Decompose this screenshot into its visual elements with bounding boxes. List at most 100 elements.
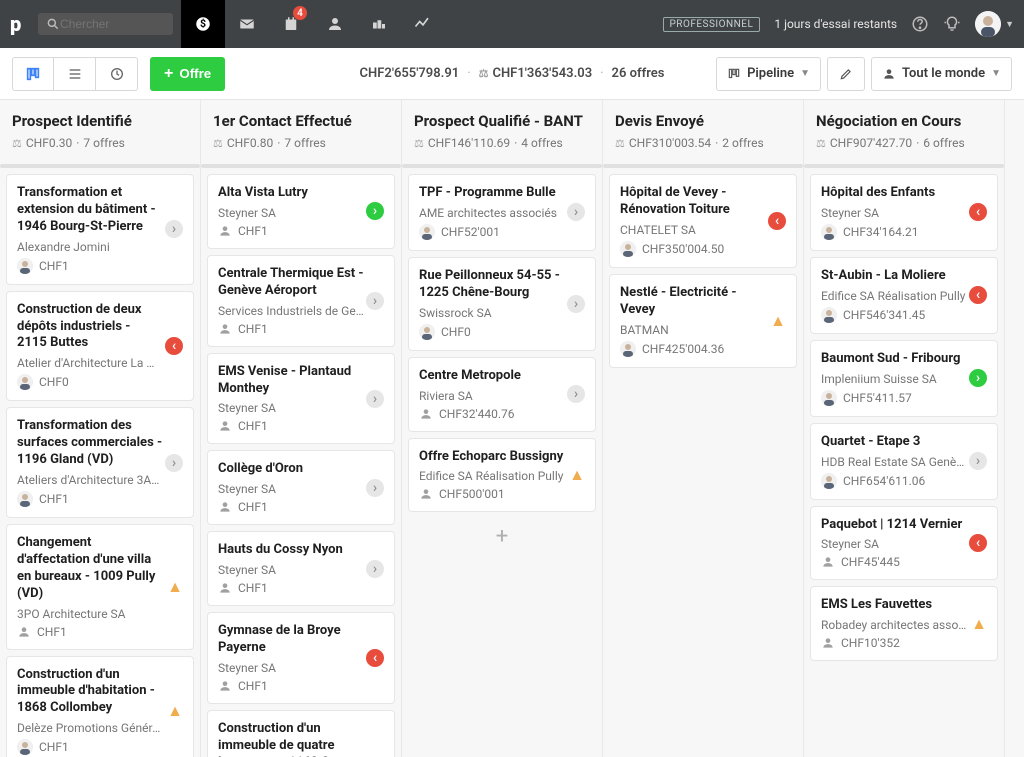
deal-card[interactable]: Rue Peillonneux 54-55 - 1225 Chêne-Bourg… <box>408 257 596 351</box>
summary-weighted: CHF1'363'543.03 <box>492 66 592 81</box>
user-avatar <box>975 11 1001 37</box>
deal-card[interactable]: Transformation et extension du bâtiment … <box>6 174 194 285</box>
deal-card[interactable]: Construction d'un immeuble de quatre log… <box>207 710 395 757</box>
nav-contacts-icon[interactable] <box>313 0 357 48</box>
deal-card[interactable]: Hôpital de Vevey - Rénovation Toiture CH… <box>609 174 797 268</box>
status-next-icon[interactable] <box>366 390 384 408</box>
status-next-icon[interactable] <box>567 295 585 313</box>
pipeline-column: Prospect Identifié ⚖CHF0.30·7 offres Tra… <box>0 100 201 757</box>
column-track <box>804 164 1004 168</box>
status-warning-icon: ▲ <box>569 465 585 485</box>
deal-org: Ateliers d'Architecture 3AB... <box>17 473 183 487</box>
deal-card[interactable]: Changement d'affectation d'une villa en … <box>6 524 194 650</box>
nav-mail-icon[interactable] <box>225 0 269 48</box>
view-pipeline-button[interactable] <box>12 57 54 91</box>
deal-card[interactable]: Transformation des surfaces commerciales… <box>6 407 194 518</box>
deal-card[interactable]: Hauts du Cossy Nyon Steyner SA CHF1 <box>207 531 395 606</box>
column-track <box>402 164 602 168</box>
status-overdue-icon[interactable] <box>165 337 183 355</box>
view-list-button[interactable] <box>54 57 96 91</box>
deal-card[interactable]: Centre Metropole Riviera SA CHF32'440.76 <box>408 357 596 432</box>
status-overdue-icon[interactable] <box>768 212 786 230</box>
deal-meta: CHF546'341.45 <box>821 307 987 323</box>
help-icon[interactable] <box>911 15 929 33</box>
nav-products-icon[interactable] <box>357 0 401 48</box>
pipeline-column: Devis Envoyé ⚖CHF310'003.54·2 offres Hôp… <box>603 100 804 757</box>
deal-title: Paquebot | 1214 Vernier <box>821 517 987 534</box>
nav-activities-icon[interactable]: 4 <box>269 0 313 48</box>
status-next-icon[interactable] <box>366 292 384 310</box>
summary-total: CHF2'655'798.91 <box>360 66 460 81</box>
deal-card[interactable]: Paquebot | 1214 Vernier Steyner SA CHF45… <box>810 506 998 581</box>
status-next-icon[interactable] <box>567 385 585 403</box>
column-header: Négociation en Cours ⚖CHF907'427.70·6 of… <box>810 100 998 158</box>
deal-card[interactable]: Alta Vista Lutry Steyner SA CHF1 <box>207 174 395 249</box>
status-won-icon[interactable] <box>366 202 384 220</box>
deal-card[interactable]: Gymnase de la Broye Payerne Steyner SA C… <box>207 612 395 704</box>
app-logo[interactable]: p <box>10 12 38 36</box>
topbar: p $ 4 PROFESSIONNEL 1 jours d'essai rest… <box>0 0 1024 48</box>
deal-card[interactable]: EMS Les Fauvettes Robadey architectes as… <box>810 586 998 661</box>
status-next-icon[interactable] <box>366 479 384 497</box>
deal-title: Collège d'Oron <box>218 461 384 478</box>
add-card-button[interactable]: + <box>408 518 596 555</box>
deal-title: Quartet - Etape 3 <box>821 434 987 451</box>
deal-org: Edifice SA Réalisation Pully <box>821 289 987 303</box>
deal-card[interactable]: Construction de deux dépôts industriels … <box>6 291 194 402</box>
status-overdue-icon[interactable] <box>969 286 987 304</box>
status-next-icon[interactable] <box>366 560 384 578</box>
deal-org: Steyner SA <box>218 206 384 220</box>
deal-value: CHF1 <box>238 322 268 336</box>
deal-card[interactable]: Quartet - Etape 3 HDB Real Estate SA Gen… <box>810 423 998 500</box>
deal-org: Robadey architectes associ... <box>821 618 987 632</box>
status-next-icon[interactable] <box>567 203 585 221</box>
status-warning-icon: ▲ <box>167 701 183 721</box>
deal-card[interactable]: Nestlé - Electricité - Vevey BATMAN CHF4… <box>609 274 797 368</box>
deal-card[interactable]: Offre Echoparc Bussigny Edifice SA Réali… <box>408 438 596 513</box>
deal-card[interactable]: St-Aubin - La Moliere Edifice SA Réalisa… <box>810 257 998 334</box>
deal-value: CHF0 <box>441 325 471 339</box>
edit-pipeline-button[interactable] <box>827 57 865 91</box>
deal-org: BATMAN <box>620 323 786 337</box>
status-next-icon[interactable] <box>165 454 183 472</box>
column-header: Prospect Qualifié - BANT ⚖CHF146'110.69·… <box>408 100 596 158</box>
deal-card[interactable]: EMS Venise - Plantaud Monthey Steyner SA… <box>207 353 395 445</box>
deal-org: Delèze Promotions Général... <box>17 721 183 735</box>
pencil-icon <box>839 67 853 81</box>
search-input[interactable] <box>60 17 150 31</box>
view-forecast-button[interactable] <box>96 57 138 91</box>
deal-meta: CHF1 <box>218 679 384 693</box>
pipeline-dropdown[interactable]: Pipeline▼ <box>716 57 821 91</box>
nav-stats-icon[interactable] <box>401 0 445 48</box>
status-overdue-icon[interactable] <box>969 534 987 552</box>
search-wrap[interactable] <box>38 13 173 35</box>
column-subtitle: ⚖CHF146'110.69·4 offres <box>414 136 590 150</box>
nav-deals-icon[interactable]: $ <box>181 0 225 48</box>
deal-title: TPF - Programme Bulle <box>419 185 585 202</box>
status-next-icon[interactable] <box>165 220 183 238</box>
deal-card[interactable]: Centrale Thermique Est - Genève Aéroport… <box>207 255 395 347</box>
scale-icon: ⚖ <box>12 137 22 150</box>
deal-card[interactable]: Collège d'Oron Steyner SA CHF1 <box>207 450 395 525</box>
deal-meta: CHF1 <box>218 581 384 595</box>
user-menu[interactable]: ▼ <box>975 11 1014 37</box>
deal-card[interactable]: Hôpital des Enfants Steyner SA CHF34'164… <box>810 174 998 251</box>
deal-card[interactable]: Construction d'un immeuble d'habitation … <box>6 656 194 757</box>
pipeline-icon <box>727 67 741 81</box>
status-won-icon[interactable] <box>969 369 987 387</box>
status-overdue-icon[interactable] <box>366 649 384 667</box>
deal-card[interactable]: TPF - Programme Bulle AME architectes as… <box>408 174 596 251</box>
status-next-icon[interactable] <box>969 452 987 470</box>
deal-value: CHF1 <box>238 419 268 433</box>
deal-value: CHF1 <box>238 679 268 693</box>
deal-value: CHF5'411.57 <box>843 391 912 405</box>
deal-card[interactable]: Baumont Sud - Fribourg Impleniium Suisse… <box>810 340 998 417</box>
deal-title: St-Aubin - La Moliere <box>821 268 987 285</box>
add-offer-button[interactable]: +Offre <box>150 57 225 91</box>
owner-filter-dropdown[interactable]: Tout le monde▼ <box>871 57 1012 91</box>
column-subtitle: ⚖CHF907'427.70·6 offres <box>816 136 992 150</box>
tips-icon[interactable] <box>943 15 961 33</box>
status-overdue-icon[interactable] <box>969 203 987 221</box>
deal-org: Swissrock SA <box>419 306 585 320</box>
column-subtitle: ⚖CHF0.30·7 offres <box>12 136 188 150</box>
